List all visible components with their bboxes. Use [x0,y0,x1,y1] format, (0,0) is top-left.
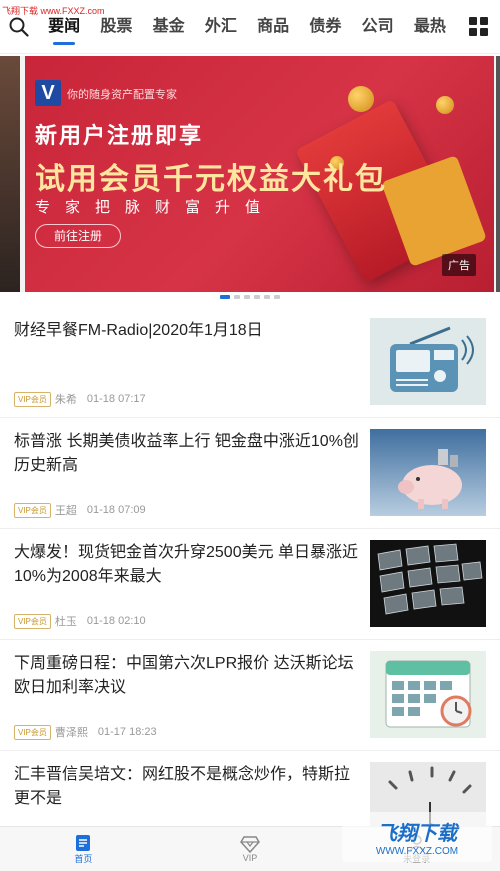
tab-funds[interactable]: 基金 [143,0,195,54]
ad-badge: 广告 [442,254,476,276]
bottom-tab-vip[interactable]: VIP [167,827,334,871]
news-title: 标普涨 长期美债收益率上行 钯金盘中涨近10%创历史新高 [14,433,359,474]
news-author: 王超 [54,505,77,517]
banner-headline: 新用户注册即享 [35,123,204,148]
home-doc-icon [76,834,91,851]
news-item[interactable]: 大爆发！现货钯金首次升穿2500美元 单日暴涨近10%为2008年来最大 VIP… [0,529,500,640]
app-root: 飞翔下载 www.FXXZ.com 要闻 股票 基金 外汇 商品 债券 公司 最… [0,0,500,871]
carousel-dot[interactable] [220,295,230,299]
radio-thumbnail [370,318,486,405]
carousel-dot[interactable] [234,295,240,299]
carousel-dot[interactable] [244,295,250,299]
carousel-dot[interactable] [264,295,270,299]
bottom-tab-home[interactable]: 首页 [0,827,167,871]
bottom-tab-label: VIP [242,853,258,863]
banner-carousel[interactable]: V 你的随身资产配置专家 新用户注册即享 试用会员千元权益大礼包 专家把脉财富升… [0,56,500,292]
screens-thumbnail [370,540,486,627]
tab-companies[interactable]: 公司 [352,0,404,54]
carousel-indicators [0,295,500,303]
vip-tag: VIP会员 [14,724,51,740]
news-meta: VIP会员 朱希 01-18 07:17 [14,391,146,407]
vip-tag: VIP会员 [14,391,51,407]
coin-graphic [348,86,374,112]
news-title: 下周重磅日程：中国第六次LPR报价 达沃斯论坛 欧日加利率决议 [14,655,354,696]
carousel-dot[interactable] [274,295,280,299]
news-meta: VIP会员 杜玉 01-18 02:10 [14,613,146,629]
tab-forex[interactable]: 外汇 [195,0,247,54]
register-button[interactable]: 前往注册 [35,224,121,248]
watermark-small-text: WWW.FXXZ.COM [375,846,459,857]
news-meta: VIP会员 王超 01-18 07:09 [14,502,146,518]
carousel-dot[interactable] [254,295,260,299]
channel-grid-icon[interactable] [456,0,500,54]
news-time: 01-18 07:17 [86,393,146,405]
banner-tagline: 专家把脉财富升值 [35,199,276,216]
banner-ad[interactable]: V 你的随身资产配置专家 新用户注册即享 试用会员千元权益大礼包 专家把脉财富升… [25,56,494,292]
news-time: 01-18 02:10 [86,615,146,627]
news-item[interactable]: 下周重磅日程：中国第六次LPR报价 达沃斯论坛 欧日加利率决议 VIP会员 曹泽… [0,640,500,751]
news-author: 朱希 [54,394,77,406]
news-time: 01-18 07:09 [86,504,146,516]
news-meta: VIP会员 曹泽熙 01-17 18:23 [14,724,157,740]
banner-title: 试用会员千元权益大礼包 [35,163,387,196]
vip-tag: VIP会员 [14,613,51,629]
diamond-icon [240,836,260,853]
coin-graphic [436,96,454,114]
piggy-bank-thumbnail [370,429,486,516]
news-list: 财经早餐FM-Radio|2020年1月18日 VIP会员 朱希 01-18 0… [0,307,500,862]
news-author: 曹泽熙 [54,727,88,739]
banner-peek-next [496,56,500,292]
calendar-thumbnail [370,651,486,738]
vip-tag: VIP会员 [14,502,51,518]
banner-peek-prev [0,56,20,292]
news-author: 杜玉 [54,616,77,628]
tab-commodities[interactable]: 商品 [247,0,299,54]
news-title: 财经早餐FM-Radio|2020年1月18日 [14,322,263,339]
tab-hottest[interactable]: 最热 [404,0,456,54]
watermark-top: 飞翔下载 www.FXXZ.com [2,6,105,16]
watermark-bottom: 飞翔下载 WWW.FXXZ.COM [342,812,492,862]
news-time: 01-17 18:23 [97,726,157,738]
banner-slogan: 你的随身资产配置专家 [67,89,177,101]
news-title: 汇丰晋信吴培文：网红股不是概念炒作，特斯拉更不是 [14,766,351,807]
watermark-big-text: 飞翔下载 [377,823,457,845]
brand-logo: V [35,80,61,106]
news-item[interactable]: 标普涨 长期美债收益率上行 钯金盘中涨近10%创历史新高 VIP会员 王超 01… [0,418,500,529]
news-title: 大爆发！现货钯金首次升穿2500美元 单日暴涨近10%为2008年来最大 [14,544,359,585]
news-item[interactable]: 财经早餐FM-Radio|2020年1月18日 VIP会员 朱希 01-18 0… [0,307,500,418]
bottom-tab-label: 首页 [74,853,93,864]
tab-bonds[interactable]: 债券 [299,0,351,54]
